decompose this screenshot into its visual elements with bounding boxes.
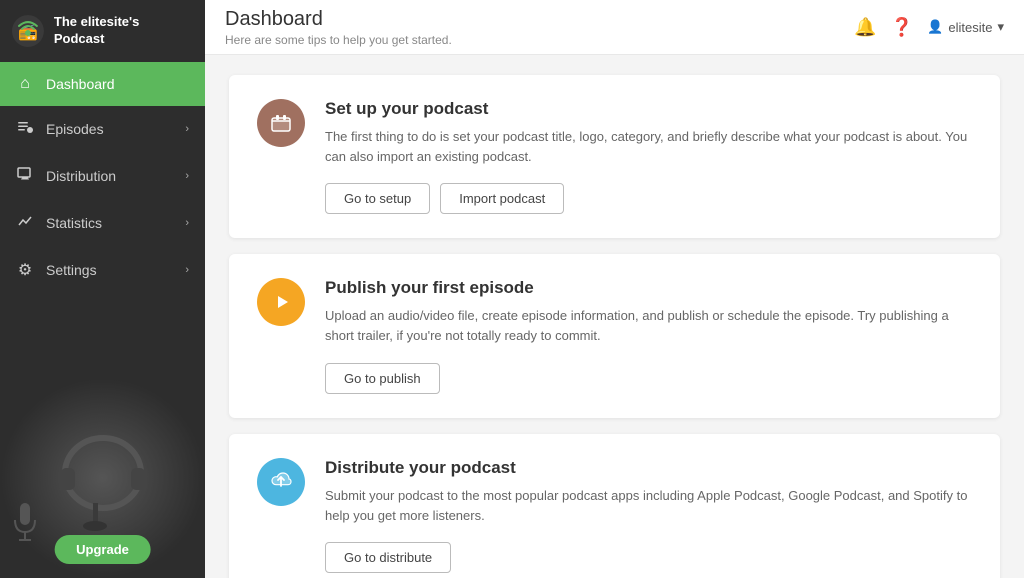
notifications-icon[interactable]: 🔔 bbox=[854, 17, 876, 38]
distribution-icon bbox=[16, 166, 34, 187]
user-icon: 👤 bbox=[927, 19, 943, 35]
cards-area: Set up your podcast The first thing to d… bbox=[205, 55, 1024, 578]
sidebar-item-label: Distribution bbox=[46, 168, 173, 184]
upgrade-button[interactable]: Upgrade bbox=[54, 535, 151, 564]
distribute-card-title: Distribute your podcast bbox=[325, 458, 972, 478]
user-name: elitesite bbox=[948, 20, 992, 35]
main-content: Dashboard Here are some tips to help you… bbox=[205, 0, 1024, 578]
headphones-illustration bbox=[33, 408, 173, 548]
sidebar-item-statistics[interactable]: Statistics › bbox=[0, 200, 205, 247]
distribute-card-body: Distribute your podcast Submit your podc… bbox=[325, 458, 972, 573]
episodes-icon bbox=[16, 119, 34, 140]
chevron-right-icon: › bbox=[185, 217, 189, 229]
sidebar-nav: ⌂ Dashboard Episodes › Distribution › St… bbox=[0, 62, 205, 378]
help-icon[interactable]: ❓ bbox=[891, 17, 913, 38]
publish-card-title: Publish your first episode bbox=[325, 278, 972, 298]
go-to-publish-button[interactable]: Go to publish bbox=[325, 363, 440, 394]
chevron-right-icon: › bbox=[185, 123, 189, 135]
settings-icon: ⚙ bbox=[16, 260, 34, 280]
statistics-icon bbox=[16, 213, 34, 234]
publish-card-body: Publish your first episode Upload an aud… bbox=[325, 278, 972, 393]
sidebar: 📻 The elitesite's Podcast ⌂ Dashboard Ep… bbox=[0, 0, 205, 578]
sidebar-item-episodes[interactable]: Episodes › bbox=[0, 106, 205, 153]
publish-card: Publish your first episode Upload an aud… bbox=[229, 254, 1000, 417]
topbar: Dashboard Here are some tips to help you… bbox=[205, 0, 1024, 55]
setup-card: Set up your podcast The first thing to d… bbox=[229, 75, 1000, 238]
page-subtitle: Here are some tips to help you get start… bbox=[225, 33, 452, 47]
setup-card-icon bbox=[257, 99, 305, 147]
sidebar-item-settings[interactable]: ⚙ Settings › bbox=[0, 247, 205, 293]
sidebar-item-distribution[interactable]: Distribution › bbox=[0, 153, 205, 200]
publish-card-icon bbox=[257, 278, 305, 326]
sidebar-title: The elitesite's Podcast bbox=[54, 14, 193, 48]
chevron-down-icon: ▾ bbox=[997, 19, 1004, 35]
distribute-card: Distribute your podcast Submit your podc… bbox=[229, 434, 1000, 578]
microphone-icon bbox=[10, 498, 40, 548]
setup-card-description: The first thing to do is set your podcas… bbox=[325, 127, 972, 167]
page-title: Dashboard bbox=[225, 8, 452, 31]
sidebar-item-label: Dashboard bbox=[46, 76, 189, 92]
chevron-right-icon: › bbox=[185, 264, 189, 276]
import-podcast-button[interactable]: Import podcast bbox=[440, 183, 564, 214]
chevron-right-icon: › bbox=[185, 170, 189, 182]
distribute-card-description: Submit your podcast to the most popular … bbox=[325, 486, 972, 526]
sidebar-item-label: Episodes bbox=[46, 121, 173, 137]
sidebar-bottom-art: Upgrade bbox=[0, 378, 205, 578]
publish-card-actions: Go to publish bbox=[325, 363, 972, 394]
setup-card-title: Set up your podcast bbox=[325, 99, 972, 119]
home-icon: ⌂ bbox=[16, 75, 34, 93]
sidebar-item-dashboard[interactable]: ⌂ Dashboard bbox=[0, 62, 205, 106]
setup-card-body: Set up your podcast The first thing to d… bbox=[325, 99, 972, 214]
go-to-distribute-button[interactable]: Go to distribute bbox=[325, 542, 451, 573]
sidebar-item-label: Statistics bbox=[46, 215, 173, 231]
distribute-card-actions: Go to distribute bbox=[325, 542, 972, 573]
setup-card-actions: Go to setup Import podcast bbox=[325, 183, 972, 214]
distribute-card-icon bbox=[257, 458, 305, 506]
go-to-setup-button[interactable]: Go to setup bbox=[325, 183, 430, 214]
sidebar-header: 📻 The elitesite's Podcast bbox=[0, 0, 205, 62]
topbar-left: Dashboard Here are some tips to help you… bbox=[225, 8, 452, 47]
topbar-right: 🔔 ❓ 👤 elitesite ▾ bbox=[854, 17, 1004, 38]
user-menu[interactable]: 👤 elitesite ▾ bbox=[927, 19, 1004, 35]
sidebar-item-label: Settings bbox=[46, 262, 173, 278]
publish-card-description: Upload an audio/video file, create episo… bbox=[325, 306, 972, 346]
podcast-logo-icon: 📻 bbox=[12, 15, 44, 47]
